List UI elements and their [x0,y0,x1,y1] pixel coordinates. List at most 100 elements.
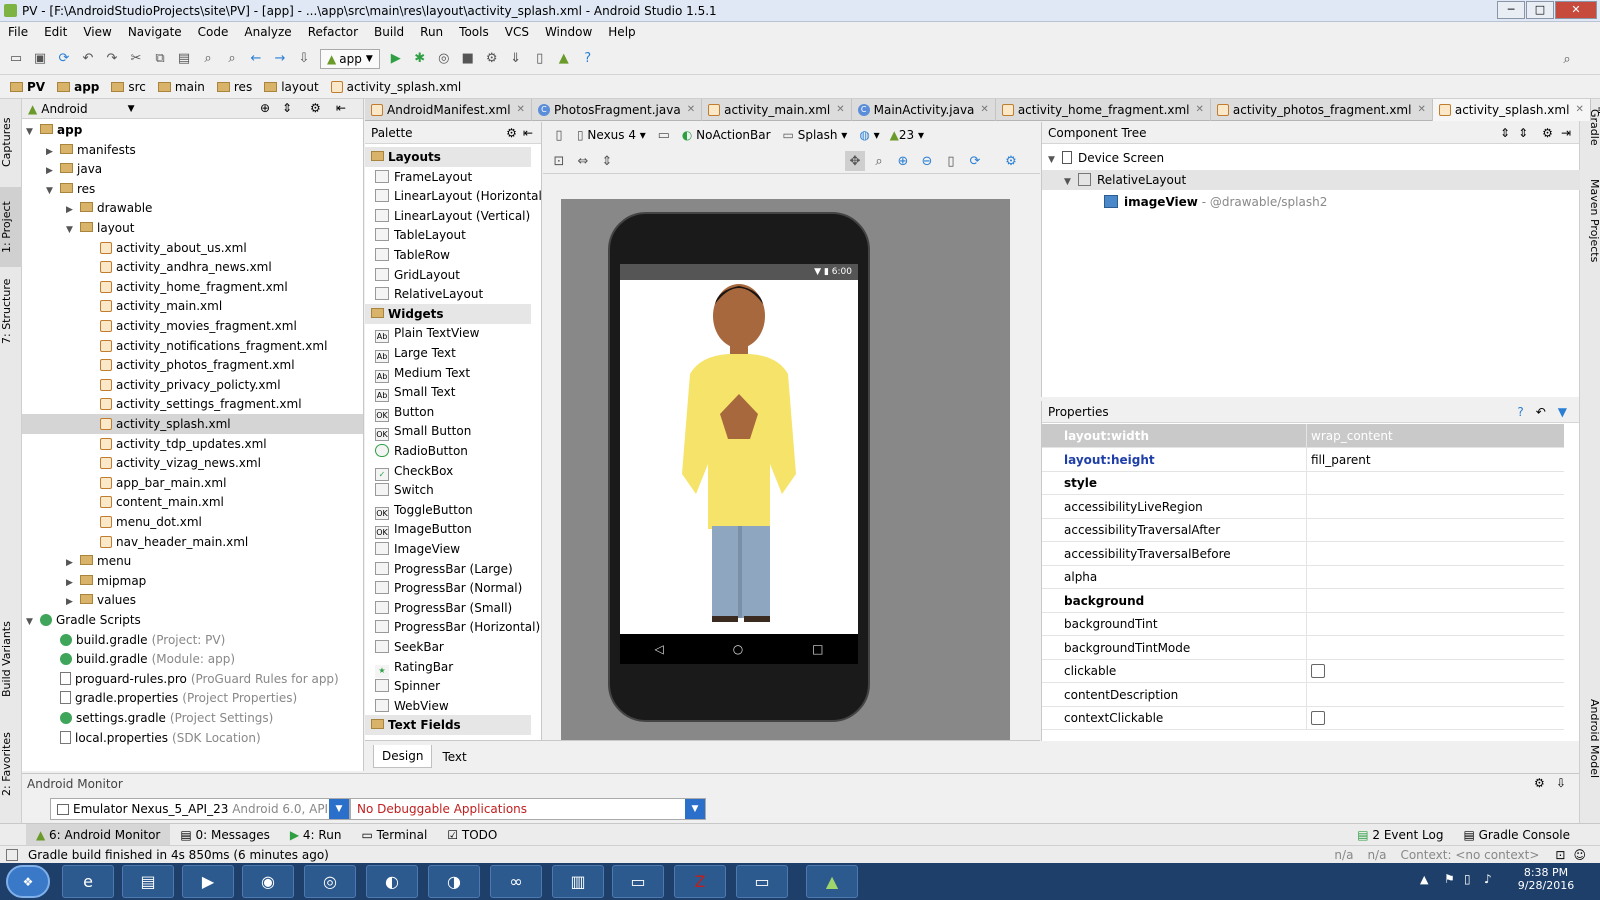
sync-icon[interactable]: ⟳ [54,49,74,69]
project-view-select[interactable]: Android [41,102,87,116]
hide-icon[interactable]: ⇩ [1556,776,1566,790]
minimize-button[interactable]: ─ [1497,1,1525,19]
tree-item-gradle-properties[interactable]: gradle.properties (Project Properties) [22,688,363,708]
api-select[interactable]: ▲23 ▾ [890,128,924,142]
tab-design[interactable]: Design [373,745,433,768]
property-value[interactable] [1306,588,1564,613]
palette-item-linearlayout-vertical-[interactable]: LinearLayout (Vertical) [375,206,530,226]
tree-item-activity-notifications-fragment-xml[interactable]: activity_notifications_fragment.xml [22,336,363,356]
palette-item-imagebutton[interactable]: OK ImageButton [375,519,472,540]
settings-icon[interactable]: ⚙ [1001,151,1021,171]
sdk-manager-icon[interactable]: ⇓ [506,49,526,69]
property-row-alpha[interactable]: alpha [1042,565,1564,589]
tab-mainactivity[interactable]: C MainActivity.java ✕ [852,98,996,121]
close-icon[interactable]: ✕ [980,104,988,115]
tree-item-proguard-rules-pro[interactable]: proguard-rules.pro (ProGuard Rules for ap… [22,669,363,689]
chrome-icon[interactable]: ◎ [304,865,356,898]
breadcrumb-main[interactable]: main [152,75,211,99]
property-row-backgroundtint[interactable]: backgroundTint [1042,612,1564,636]
phone-screen[interactable] [620,264,858,664]
tab-text[interactable]: Text [432,746,476,768]
search-everywhere-icon[interactable]: ⌕ [1557,49,1577,69]
property-value[interactable] [1306,659,1564,683]
property-value[interactable] [1306,682,1564,707]
tab-gradle-console[interactable]: ▤ Gradle Console [1453,828,1600,842]
pan-icon[interactable]: ✥ [845,151,865,171]
zoom-fit-icon[interactable]: ⊡ [549,151,569,171]
tab-event-log[interactable]: ▤ 2 Event Log [1347,828,1453,842]
tab-activity-splash[interactable]: activity_splash.xml ✕ [1432,98,1591,121]
zoom-in-icon[interactable]: ⊕ [893,151,913,171]
property-row-accessibilityliveregion[interactable]: accessibilityLiveRegion [1042,494,1564,519]
project-tab[interactable]: 1: Project [0,187,22,267]
run-config-select[interactable]: ▲ app ▼ [320,48,380,69]
tab-todo[interactable]: ☑ TODO [437,828,507,842]
menu-file[interactable]: File [0,22,36,43]
orientation-icon[interactable]: ▭ [654,125,674,145]
property-checkbox[interactable] [1311,711,1325,725]
menu-tools[interactable]: Tools [451,22,497,43]
activity-select[interactable]: ▭ Splash ▾ [783,128,848,142]
expand-icon[interactable]: ⇔ [573,151,593,171]
design-surface-icon[interactable]: ▯ [549,125,569,145]
palette-item-tablerow[interactable]: TableRow [375,245,450,265]
device-dropdown[interactable]: Emulator Nexus_5_API_23 Android 6.0, API… [50,798,350,820]
inspector-icon[interactable]: ☺ [1573,848,1586,862]
property-row-background[interactable]: background [1042,588,1564,613]
close-icon[interactable]: ✕ [687,104,695,115]
gear-icon[interactable]: ⚙ [1542,122,1553,144]
close-icon[interactable]: ✕ [517,104,525,115]
tree-item-activity-home-fragment-xml[interactable]: activity_home_fragment.xml [22,277,363,297]
tab-run[interactable]: ▶ 4: Run [280,828,352,842]
property-value[interactable] [1306,612,1564,636]
theme-select[interactable]: ◐ NoActionBar [682,128,771,142]
tab-android-monitor[interactable]: ▲ 6: Android Monitor [26,823,171,846]
property-value[interactable] [1306,471,1564,495]
chevron-down-icon[interactable]: ▼ [685,799,705,819]
breadcrumb-src[interactable]: src [105,75,152,99]
save-icon[interactable]: ▣ [30,49,50,69]
breadcrumb-app[interactable]: app [51,75,105,99]
app-icon[interactable]: ◉ [242,865,294,898]
menu-code[interactable]: Code [190,22,237,43]
find-icon[interactable]: ⌕ [198,49,218,69]
chevron-down-icon[interactable]: ▼ [128,104,135,114]
back-icon[interactable]: ← [246,49,266,69]
filezilla-icon[interactable]: Z [674,865,726,898]
palette-item-large-text[interactable]: Ab Large Text [375,343,456,363]
property-value[interactable] [1306,518,1564,542]
property-row-contentdescription[interactable]: contentDescription [1042,682,1564,707]
palette-item-medium-text[interactable]: Ab Medium Text [375,363,470,383]
status-toggle-icon[interactable] [6,848,18,861]
copy-icon[interactable]: ⧉ [150,49,170,69]
open-folder-icon[interactable]: ▭ [6,49,26,69]
collapse-all-icon[interactable]: ⇕ [1518,122,1528,144]
expand-arrow-icon[interactable]: ▼ [1064,172,1078,192]
property-value[interactable] [1306,565,1564,589]
visual-studio-icon[interactable]: ∞ [490,865,542,898]
android-model-tab[interactable]: Android Model [1580,699,1600,799]
tree-relativelayout[interactable]: ▼ RelativeLayout [1042,170,1580,190]
tree-item-build-gradle[interactable]: build.gradle (Project: PV) [22,630,363,650]
tray-clock[interactable]: 8:38 PM 9/28/2016 [1506,866,1586,892]
filter-icon[interactable]: ▼ [1558,401,1567,423]
tree-device-screen[interactable]: ▼ Device Screen [1048,148,1164,168]
attach-debugger-icon[interactable]: ◎ [434,49,454,69]
palette-item-gridlayout[interactable]: GridLayout [375,265,460,285]
palette-item-linearlayout-horizontal-[interactable]: LinearLayout (Horizontal) [375,186,547,206]
tray-network-icon[interactable]: ▯ [1464,872,1471,886]
property-row-contextclickable[interactable]: contextClickable [1042,706,1564,730]
cut-icon[interactable]: ✂ [126,49,146,69]
redo-icon[interactable]: ↷ [102,49,122,69]
tree-item-app-bar-main-xml[interactable]: app_bar_main.xml [22,473,363,493]
scroll-from-source-icon[interactable]: ⊕ [260,101,270,115]
app-dropdown[interactable]: No Debuggable Applications ▼ [350,798,706,820]
palette-category-text-fields[interactable]: Text Fields [365,715,531,736]
tree-item-build-gradle[interactable]: build.gradle (Module: app) [22,649,363,669]
palette-item-relativelayout[interactable]: RelativeLayout [375,284,483,304]
tree-item-activity-movies-fragment-xml[interactable]: activity_movies_fragment.xml [22,316,363,336]
palette-item-small-text[interactable]: Ab Small Text [375,382,455,403]
tray-expand-icon[interactable]: ▲ [1420,873,1428,886]
tree-item-content-main-xml[interactable]: content_main.xml [22,492,363,512]
tree-item-app[interactable]: ▼ app [22,120,363,140]
